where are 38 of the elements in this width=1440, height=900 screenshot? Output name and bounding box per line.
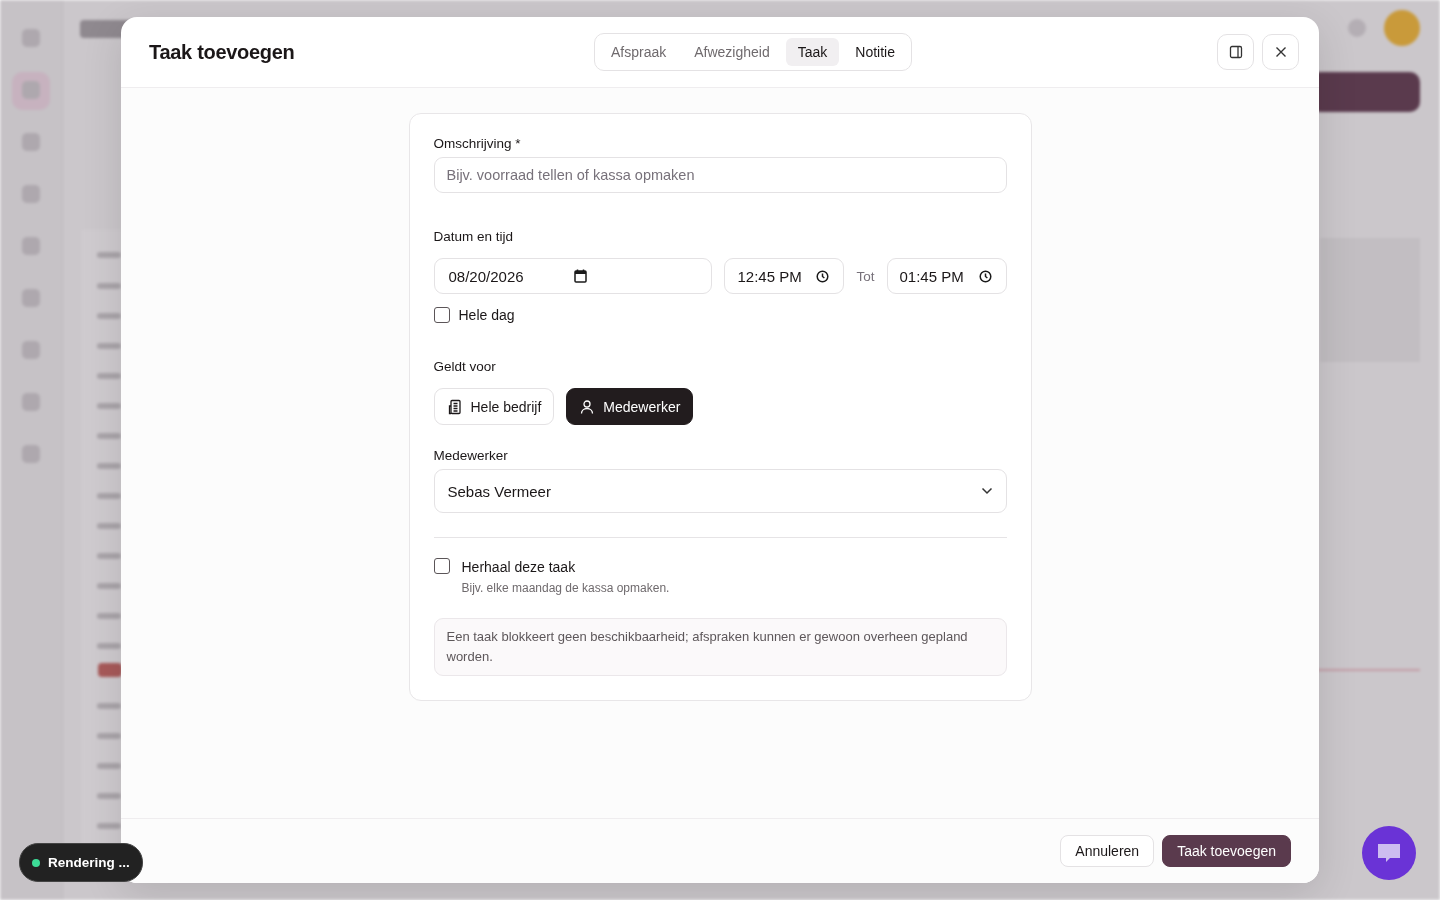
panel-icon [1228, 45, 1243, 59]
field-label: Datum en tijd [433, 229, 515, 244]
info-note: Een taak blokkeert geen beschikbaarheid; afspraken kunnen er gewoon overheen gepland worden. [433, 618, 1007, 676]
chevron-down-icon [980, 487, 993, 495]
checkbox[interactable] [433, 558, 450, 574]
chat-icon [1375, 841, 1403, 865]
hint-text: Bijv. elke maandag de kassa opmaken. [461, 581, 671, 595]
field-label: Omschrijving * [433, 136, 522, 151]
dialog-title: Taak toevoegen [149, 40, 296, 64]
description-field[interactable]: Bijv. voorraad tellen of kassa opmaken [433, 157, 1007, 193]
tab[interactable]: Taak [785, 38, 840, 66]
tab[interactable]: Notitie [843, 38, 907, 66]
employee-select[interactable]: Sebas Vermeer [433, 469, 1007, 513]
status-dot-icon [32, 858, 40, 867]
range-separator: Tot [856, 268, 875, 284]
cancel-button[interactable]: Annuleren [1060, 835, 1155, 867]
close-icon [1274, 46, 1287, 58]
side-panel-button[interactable] [1217, 34, 1254, 70]
date-field[interactable]: 08/20/2026 [433, 258, 713, 294]
option-button[interactable]: Medewerker [566, 388, 694, 425]
field-label: Geldt voor [433, 359, 497, 374]
option-button[interactable]: Hele bedrijf [433, 388, 555, 425]
clock-icon [978, 269, 992, 283]
field-label: Medewerker [433, 448, 509, 463]
building-icon [446, 398, 463, 415]
time-field[interactable]: 12:45 PM [724, 258, 845, 294]
time-field[interactable]: 01:45 PM [886, 258, 1007, 294]
tab[interactable]: Afwezigheid [682, 38, 782, 66]
submit-button[interactable]: Taak toevoegen [1162, 835, 1291, 867]
toast-text: Rendering ... [48, 855, 130, 870]
checkbox[interactable] [433, 307, 450, 323]
person-icon [579, 398, 596, 415]
clock-icon [816, 269, 830, 283]
tab[interactable]: Afspraak [599, 38, 679, 66]
checkbox-label: Hele dag [458, 307, 515, 323]
checkbox-label: Herhaal deze taak [461, 559, 577, 575]
close-button[interactable] [1262, 34, 1299, 70]
calendar-icon [573, 269, 587, 283]
